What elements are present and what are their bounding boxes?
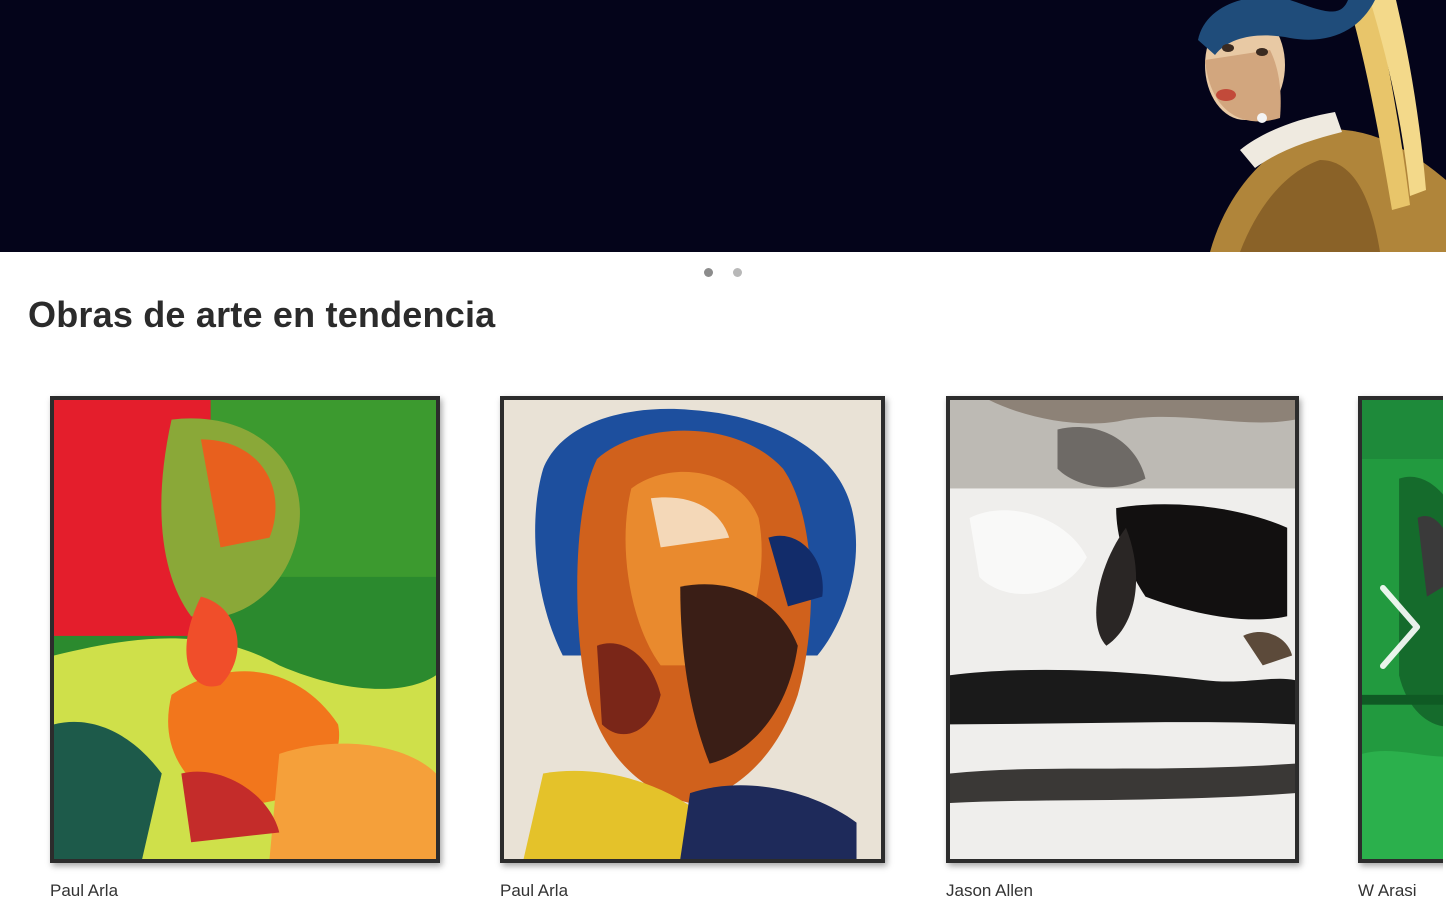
chevron-right-icon (1380, 585, 1420, 669)
artwork-image[interactable] (50, 396, 440, 863)
artwork-card[interactable]: Paul Arla (500, 396, 885, 900)
carousel-dot-1[interactable] (704, 268, 713, 277)
artwork-image[interactable] (500, 396, 885, 863)
artist-name[interactable]: W Arasi (1358, 881, 1443, 900)
artwork-image[interactable] (946, 396, 1299, 863)
section-title: Obras de arte en tendencia (28, 294, 496, 335)
artwork-card[interactable]: Jason Allen (946, 396, 1299, 900)
carousel-next-button[interactable] (1369, 582, 1429, 672)
hero-banner (0, 0, 1446, 252)
trending-section: Obras de arte en tendencia Paul Arla Pau… (3, 252, 1443, 900)
artist-name[interactable]: Paul Arla (50, 881, 440, 900)
artist-name[interactable]: Jason Allen (946, 881, 1299, 900)
artist-name[interactable]: Paul Arla (500, 881, 885, 900)
carousel-indicator (3, 268, 1443, 277)
carousel-dot-2[interactable] (733, 268, 742, 277)
artwork-card[interactable]: Paul Arla (50, 396, 440, 900)
hero-artwork-image (1170, 0, 1446, 252)
